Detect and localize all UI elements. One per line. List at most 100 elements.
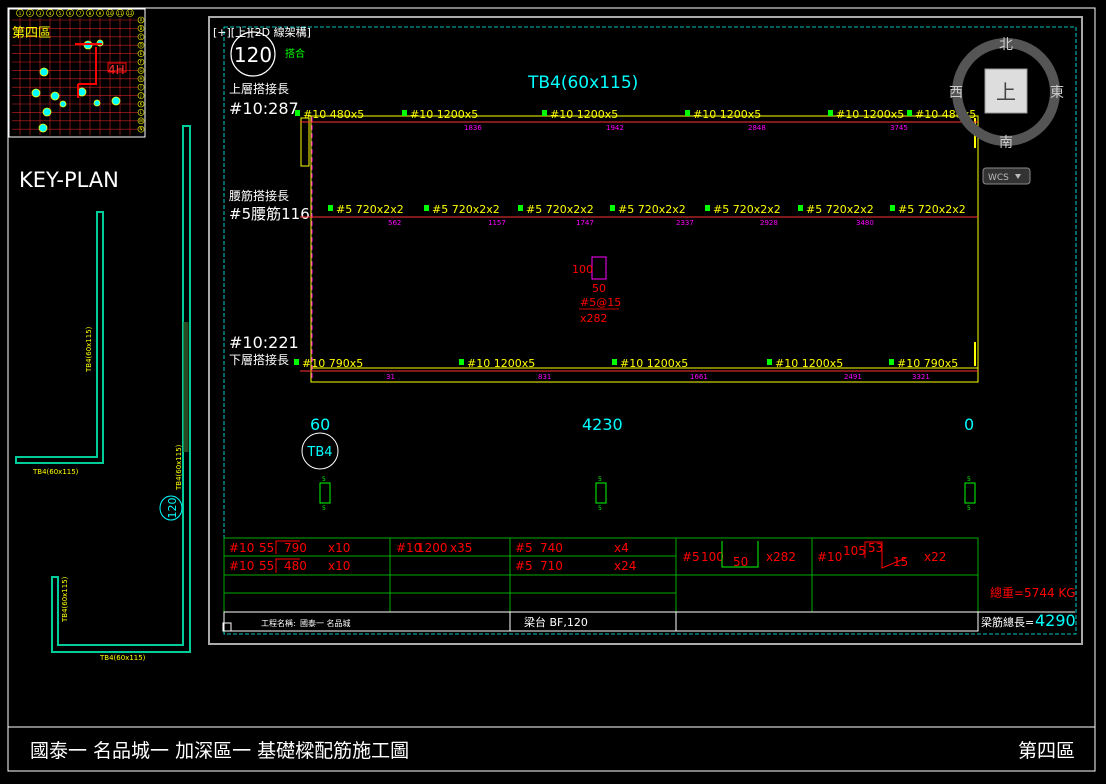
rebar-label[interactable]: #10 1200x5 bbox=[620, 357, 688, 370]
rebar-label[interactable]: #5 720x2x2 bbox=[898, 203, 966, 216]
rebar-mark: 2928 bbox=[760, 219, 778, 227]
rebar-label[interactable]: #10 1200x5 bbox=[550, 108, 618, 121]
rebar-mark: 1747 bbox=[576, 219, 594, 227]
schedule-cell: x282 bbox=[766, 550, 796, 564]
grid-letter: G bbox=[139, 68, 142, 73]
keyplan-beam-label: TB4(60x115) bbox=[61, 576, 69, 623]
bottom-splice-label: 下層搭接長 bbox=[229, 352, 289, 367]
rebar-label[interactable]: #10 1200x5 bbox=[467, 357, 535, 370]
pier-markers: 5 5 5 5 5 5 bbox=[319, 476, 976, 512]
wcs-menu-button[interactable]: WCS bbox=[982, 167, 1031, 185]
bottom-splice-value: #10:221 bbox=[229, 333, 299, 352]
rebar-mark: 2848 bbox=[748, 124, 766, 132]
grid-number: 4 bbox=[49, 11, 52, 16]
compass-east: 東 bbox=[1050, 85, 1064, 101]
grid-number: 2 bbox=[29, 11, 32, 16]
rebar-label[interactable]: #10 1200x5 bbox=[410, 108, 478, 121]
rebar-mark: 1942 bbox=[606, 124, 624, 132]
schedule-cell: x4 bbox=[614, 541, 629, 555]
rebar-mark: 1836 bbox=[464, 124, 482, 132]
top-splice-label: 上層搭接長 bbox=[229, 81, 289, 96]
keyplan-beam-label: TB4(60x115) bbox=[175, 444, 183, 491]
total-length: 4290 bbox=[1035, 611, 1076, 630]
project-label: 工程名稱: bbox=[261, 618, 296, 628]
waist-splice-label: 腰筋搭接長 bbox=[229, 188, 289, 203]
drawing-zone: 第四區 bbox=[1018, 740, 1075, 762]
svg-text:5: 5 bbox=[598, 476, 602, 483]
schedule-cell: 105 bbox=[843, 544, 866, 558]
schedule-cell: #10 bbox=[229, 541, 254, 555]
grid-letter: D bbox=[139, 43, 142, 48]
rebar-label[interactable]: #5 720x2x2 bbox=[526, 203, 594, 216]
keyplan-zone-label: 第四區 bbox=[12, 26, 51, 41]
grid-number: 7 bbox=[79, 11, 82, 16]
project-name: 國泰一 名品城 bbox=[300, 618, 351, 628]
rebar-label[interactable]: #5 720x2x2 bbox=[432, 203, 500, 216]
drawing-canvas[interactable]: 1 2 3 4 5 6 7 8 9 10 11 12ABCDEFGHIJKLMN 第四區 4H KEY… bbox=[0, 0, 1106, 784]
view-cube[interactable]: 上 北 南 西 東 bbox=[949, 37, 1064, 151]
left-width: 60 bbox=[310, 415, 330, 434]
keyplan-thumbnail[interactable]: 1 2 3 4 5 6 7 8 9 10 11 12ABCDEFGHIJKLMN 第四區 4H bbox=[8, 8, 146, 138]
rebar-label[interactable]: #10 790x5 bbox=[897, 357, 958, 370]
rebar-label[interactable]: #5 720x2x2 bbox=[806, 203, 874, 216]
svg-text:5: 5 bbox=[967, 476, 971, 483]
grid-number: 6 bbox=[69, 11, 72, 16]
grid-letter: J bbox=[139, 93, 141, 98]
grid-letter: B bbox=[140, 26, 143, 31]
svg-text:5: 5 bbox=[967, 505, 971, 512]
rebar-mark: 831 bbox=[538, 373, 551, 381]
span-length: 4230 bbox=[582, 415, 623, 434]
schedule-cell: 55 bbox=[259, 559, 274, 573]
viewport-controls-label[interactable]: [+][上][2D 線架構] bbox=[213, 25, 311, 39]
schedule-cell: 100 bbox=[701, 550, 724, 564]
rebar-label[interactable]: #10 1200x5 bbox=[836, 108, 904, 121]
grid-number: 8 bbox=[89, 11, 92, 16]
schedule-cell: #5 bbox=[682, 550, 700, 564]
keyplan-beams: TB4(60x115) TB4(60x115) TB4(60x115) TB4(… bbox=[15, 125, 191, 662]
grid-number: 3 bbox=[39, 11, 42, 16]
rebar-mark: 1661 bbox=[690, 373, 708, 381]
stirrup-dim-a: 100 bbox=[572, 263, 593, 276]
compass-south: 南 bbox=[999, 135, 1013, 151]
right-width: 0 bbox=[964, 415, 974, 434]
schedule-cell: x35 bbox=[450, 541, 472, 555]
rebar-mark: 3480 bbox=[856, 219, 874, 227]
rebar-label[interactable]: #5 720x2x2 bbox=[336, 203, 404, 216]
stirrup-dim-b: 50 bbox=[592, 282, 606, 295]
top-splice-value: #10:287 bbox=[229, 99, 299, 118]
rebar-label[interactable]: #5 720x2x2 bbox=[713, 203, 781, 216]
view-cube-top: 上 bbox=[996, 80, 1016, 104]
grid-letter: M bbox=[139, 118, 143, 123]
compass-west: 西 bbox=[949, 85, 963, 101]
beam-title: TB4(60x115) bbox=[527, 73, 638, 93]
grid-number: 12 bbox=[127, 11, 133, 16]
schedule-cell: #5 bbox=[515, 559, 533, 573]
schedule-cell: x10 bbox=[328, 559, 350, 573]
svg-text:5: 5 bbox=[322, 476, 326, 483]
rebar-mark: 2337 bbox=[676, 219, 694, 227]
schedule-cell: 53 bbox=[868, 541, 883, 555]
svg-text:5: 5 bbox=[598, 505, 602, 512]
keyplan-title: KEY-PLAN bbox=[19, 168, 119, 192]
schedule-cell: x22 bbox=[924, 550, 946, 564]
grid-letter: A bbox=[140, 18, 143, 23]
schedule-cell: 740 bbox=[540, 541, 563, 555]
total-length-label: 梁筋總長= bbox=[981, 615, 1034, 629]
schedule-cell: #5 bbox=[515, 541, 533, 555]
keyplan-beam-label: TB4(60x115) bbox=[99, 654, 146, 662]
rebar-label[interactable]: #10 480x5 bbox=[303, 108, 364, 121]
keyplan-marker: 4H bbox=[108, 63, 125, 77]
rebar-label[interactable]: #10 1200x5 bbox=[693, 108, 761, 121]
svg-text:5: 5 bbox=[322, 505, 326, 512]
rebar-label[interactable]: #10 790x5 bbox=[302, 357, 363, 370]
schedule-cell: x10 bbox=[328, 541, 350, 555]
grid-number: 5 bbox=[59, 11, 62, 16]
rebar-label[interactable]: #10 1200x5 bbox=[775, 357, 843, 370]
beam-elevation[interactable] bbox=[300, 115, 979, 383]
schedule-cell: #10 bbox=[229, 559, 254, 573]
rebar-label[interactable]: #5 720x2x2 bbox=[618, 203, 686, 216]
keyplan-beam-label: TB4(60x115) bbox=[32, 468, 79, 476]
total-weight: 總重=5744 KG bbox=[990, 585, 1076, 600]
rebar-mark: 2491 bbox=[844, 373, 862, 381]
grid-number: 1 bbox=[19, 11, 22, 16]
